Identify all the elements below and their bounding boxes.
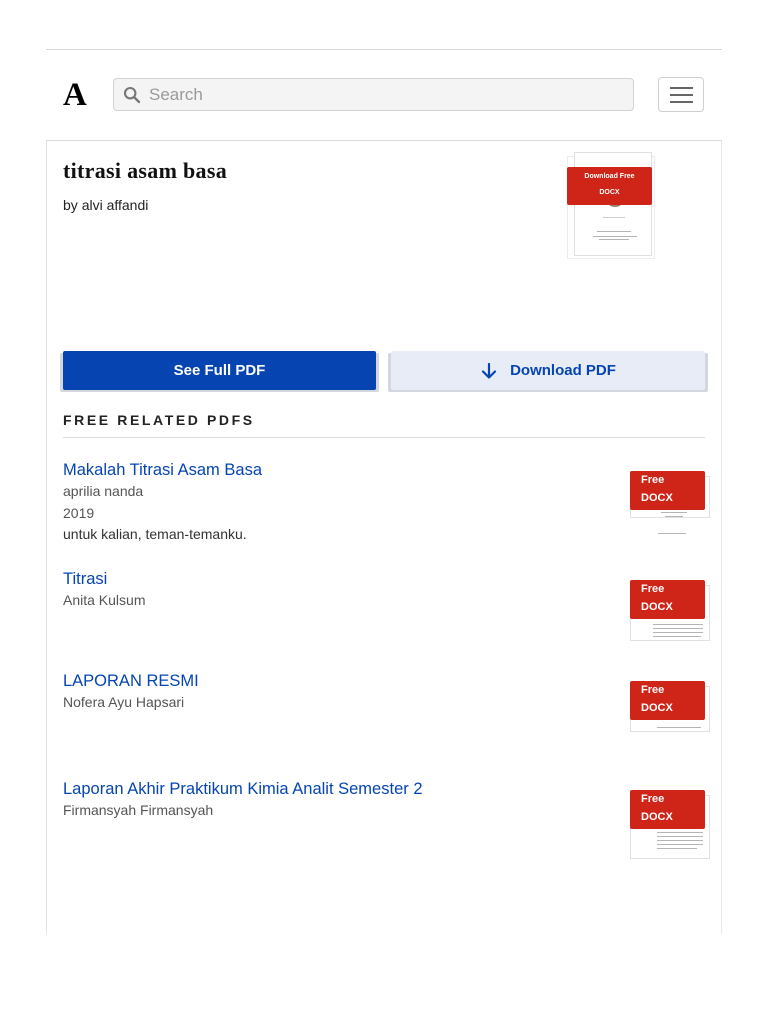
related-item-author[interactable]: aprilia nanda	[63, 481, 703, 503]
related-item-thumbnail[interactable]: Free DOCX	[625, 470, 713, 540]
related-item-thumbnail[interactable]: Free DOCX	[625, 680, 713, 750]
see-full-pdf-button[interactable]: See Full PDF	[63, 351, 376, 390]
hamburger-menu-button[interactable]	[658, 77, 704, 112]
related-item-title[interactable]: Laporan Akhir Praktikum Kimia Analit Sem…	[63, 779, 703, 799]
document-title: titrasi asam basa	[63, 158, 227, 183]
related-item-thumbnail[interactable]: Free DOCX	[625, 789, 713, 859]
site-header: A	[46, 50, 722, 141]
related-item-title[interactable]: Titrasi	[63, 569, 703, 589]
related-item-title[interactable]: LAPORAN RESMI	[63, 671, 703, 691]
arrow-down-icon	[481, 362, 497, 379]
related-item-snippet: untuk kalian, teman-temanku.	[63, 526, 247, 542]
free-docx-badge[interactable]: Free DOCX	[630, 681, 705, 720]
free-docx-badge[interactable]: Free DOCX	[630, 580, 705, 619]
related-item-author[interactable]: Firmansyah Firmansyah	[63, 800, 703, 822]
related-item: Makalah Titrasi Asam Basa aprilia nanda …	[63, 460, 703, 546]
search-input[interactable]	[149, 79, 619, 110]
document-thumbnail[interactable]: Download Free DOCX	[563, 152, 658, 260]
free-docx-badge[interactable]: Free DOCX	[630, 790, 705, 829]
download-docx-badge[interactable]: Download Free DOCX	[567, 167, 652, 205]
related-item: Titrasi Anita Kulsum	[63, 569, 703, 612]
related-item: LAPORAN RESMI Nofera Ayu Hapsari	[63, 671, 703, 714]
document-author[interactable]: alvi affandi	[82, 197, 149, 213]
related-item-thumbnail[interactable]: Free DOCX	[625, 579, 713, 649]
related-section-heading: FREE RELATED PDFS	[63, 412, 255, 428]
related-item-author[interactable]: Anita Kulsum	[63, 590, 703, 612]
related-item: Laporan Akhir Praktikum Kimia Analit Sem…	[63, 779, 703, 822]
related-item-author[interactable]: Nofera Ayu Hapsari	[63, 692, 703, 714]
search-box[interactable]	[113, 78, 634, 111]
related-item-year: 2019	[63, 504, 95, 521]
related-item-title[interactable]: Makalah Titrasi Asam Basa	[63, 460, 703, 480]
section-divider	[63, 437, 705, 438]
site-logo[interactable]: A	[63, 77, 87, 113]
author-prefix: by	[63, 197, 78, 213]
free-docx-badge[interactable]: Free DOCX	[630, 471, 705, 510]
download-pdf-button[interactable]: Download PDF	[391, 351, 705, 390]
search-icon	[123, 86, 141, 104]
document-author-line: by alvi affandi	[63, 197, 148, 213]
hamburger-menu-icon	[670, 87, 693, 89]
